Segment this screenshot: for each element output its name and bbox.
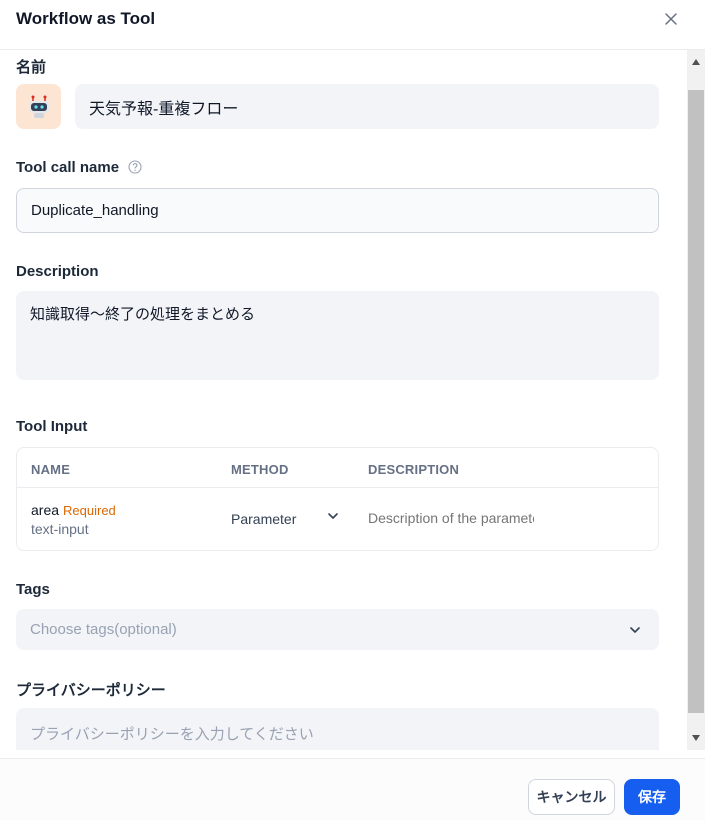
dialog-title: Workflow as Tool — [16, 9, 156, 28]
tags-label: Tags — [16, 581, 50, 598]
required-badge: Required — [63, 503, 116, 518]
robot-icon[interactable] — [16, 84, 61, 129]
name-input[interactable]: 天気予報-重複フロー — [75, 84, 659, 129]
scrollbar-thumb[interactable] — [688, 90, 704, 713]
tool-input-table: NAME METHOD DESCRIPTION area Required tex… — [16, 447, 659, 551]
dialog-header: Workflow as Tool — [0, 0, 705, 50]
save-button[interactable]: 保存 — [624, 779, 680, 815]
help-circle-icon[interactable] — [128, 160, 142, 174]
param-description-input[interactable] — [368, 510, 534, 526]
tags-placeholder: Choose tags(optional) — [30, 621, 177, 638]
call-name-label: Tool call name — [16, 159, 120, 176]
description-textarea[interactable]: 知識取得〜終了の処理をまとめる — [16, 291, 659, 380]
column-header-description: DESCRIPTION — [368, 462, 460, 477]
call-name-value: Duplicate_handling — [31, 202, 159, 219]
param-name: area — [31, 502, 60, 518]
close-icon[interactable] — [661, 9, 681, 29]
tool-input-label: Tool Input — [16, 418, 88, 435]
param-name-cell: area Required — [31, 502, 116, 518]
method-select[interactable]: Parameter — [231, 511, 296, 527]
tags-select[interactable]: Choose tags(optional) — [16, 609, 659, 650]
chevron-down-icon[interactable] — [326, 509, 340, 523]
dialog-footer: キャンセル 保存 — [0, 758, 705, 820]
scroll-up-arrow-icon[interactable] — [687, 50, 705, 74]
column-header-name: NAME — [31, 462, 71, 477]
dialog-body: 名前 天気予報-重複フロー Tool call name Duplicate_h… — [0, 50, 687, 750]
cancel-button[interactable]: キャンセル — [528, 779, 615, 815]
chevron-down-icon[interactable] — [627, 622, 643, 638]
privacy-input[interactable]: プライバシーポリシーを入力してください — [16, 708, 659, 750]
description-label: Description — [16, 263, 99, 280]
description-value: 知識取得〜終了の処理をまとめる — [30, 306, 256, 323]
privacy-placeholder: プライバシーポリシーを入力してください — [30, 725, 314, 743]
scroll-down-arrow-icon[interactable] — [687, 726, 705, 750]
scrollbar[interactable] — [687, 50, 705, 750]
table-header-divider — [17, 487, 658, 488]
name-label: 名前 — [16, 59, 47, 76]
param-type: text-input — [31, 521, 89, 537]
call-name-input[interactable]: Duplicate_handling — [16, 188, 659, 233]
column-header-method: METHOD — [231, 462, 289, 477]
privacy-label: プライバシーポリシー — [16, 682, 166, 699]
name-value: 天気予報-重複フロー — [89, 100, 239, 118]
